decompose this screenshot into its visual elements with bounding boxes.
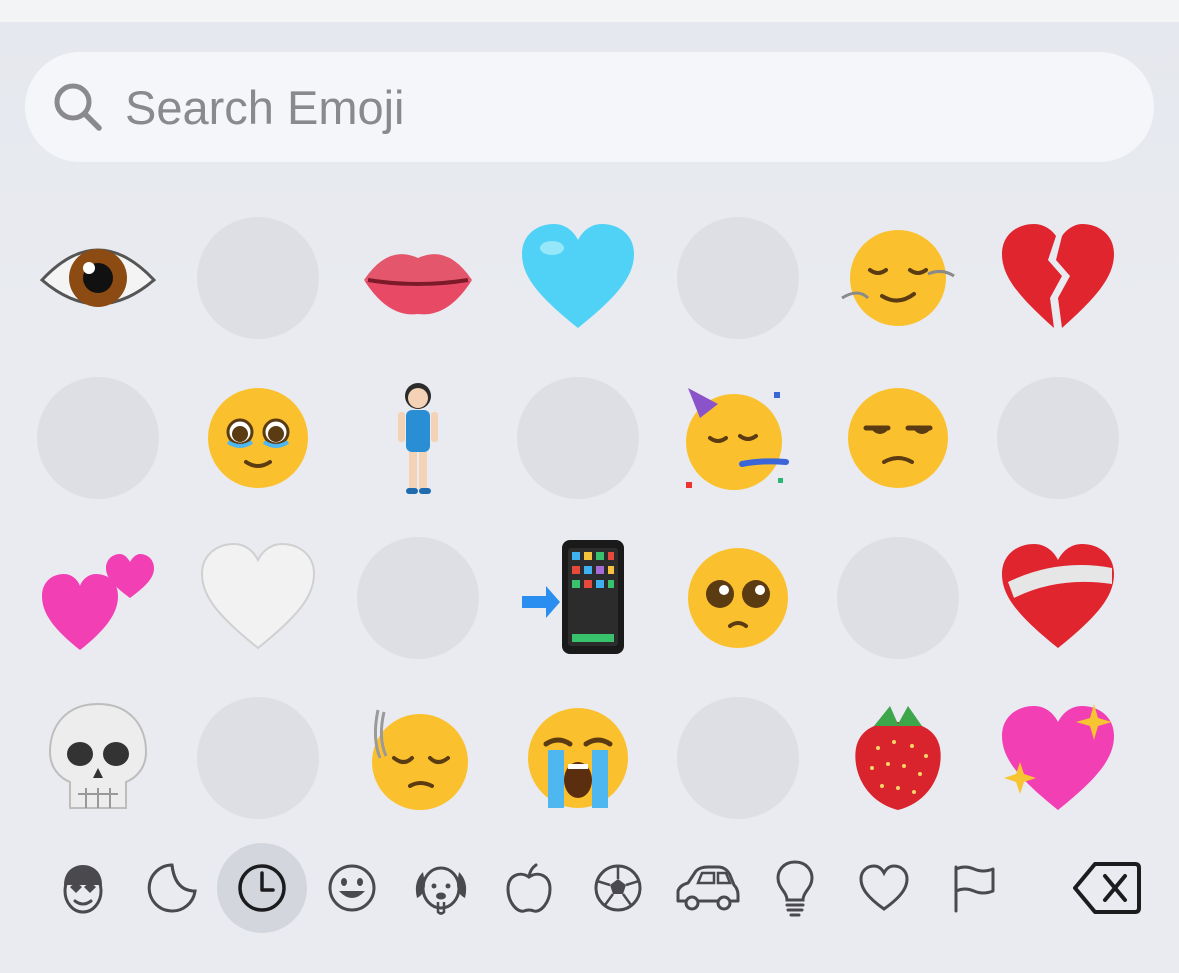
- travel-category-tab[interactable]: [662, 843, 752, 933]
- delete-backspace-icon: [1073, 862, 1141, 914]
- mobile-phone-with-arrow-emoji[interactable]: [498, 518, 658, 678]
- apple-icon: [506, 863, 552, 913]
- loading-placeholder: [978, 358, 1138, 518]
- face-with-spiral-eyes-emoji[interactable]: [818, 198, 978, 358]
- loading-placeholder: [178, 678, 338, 838]
- search-input[interactable]: [125, 79, 1025, 135]
- objects-category-tab[interactable]: [750, 843, 840, 933]
- loading-placeholder: [18, 358, 178, 518]
- strawberry-emoji[interactable]: [818, 678, 978, 838]
- sparkling-heart-emoji[interactable]: [978, 678, 1138, 838]
- stickers-category-tab[interactable]: [127, 843, 217, 933]
- loading-placeholder: [498, 358, 658, 518]
- memoji-category-tab[interactable]: [38, 843, 128, 933]
- loading-placeholder: [178, 198, 338, 358]
- emoji-grid: [18, 198, 1138, 838]
- search-icon: [54, 83, 102, 131]
- car-icon: [676, 865, 740, 911]
- recents-category-tab[interactable]: [217, 843, 307, 933]
- partying-face-emoji[interactable]: [658, 358, 818, 518]
- white-heart-emoji[interactable]: [178, 518, 338, 678]
- animals-category-tab[interactable]: [396, 843, 486, 933]
- emoji-search-bar[interactable]: [25, 52, 1154, 162]
- woman-standing-emoji[interactable]: [338, 358, 498, 518]
- flag-icon: [954, 865, 995, 913]
- skull-emoji[interactable]: [18, 678, 178, 838]
- smileys-category-tab[interactable]: [307, 843, 397, 933]
- downcast-face-with-sweat-emoji[interactable]: [338, 678, 498, 838]
- dog-icon: [415, 866, 467, 915]
- light-blue-heart-emoji[interactable]: [498, 198, 658, 358]
- loudly-crying-face-emoji[interactable]: [498, 678, 658, 838]
- eye-emoji[interactable]: [18, 198, 178, 358]
- clock-icon: [238, 864, 286, 912]
- symbols-category-tab[interactable]: [839, 843, 929, 933]
- loading-placeholder: [818, 518, 978, 678]
- flags-category-tab[interactable]: [929, 843, 1019, 933]
- memoji-face-icon: [63, 865, 103, 914]
- broken-heart-emoji[interactable]: [978, 198, 1138, 358]
- pleading-face-emoji[interactable]: [658, 518, 818, 678]
- food-category-tab[interactable]: [484, 843, 574, 933]
- top-strip: [0, 0, 1179, 22]
- unamused-face-emoji[interactable]: [818, 358, 978, 518]
- delete-button[interactable]: [1062, 843, 1152, 933]
- loading-placeholder: [658, 678, 818, 838]
- face-holding-back-tears-emoji[interactable]: [178, 358, 338, 518]
- heart-icon: [859, 864, 909, 911]
- soccer-ball-icon: [594, 864, 642, 912]
- lightbulb-icon: [776, 860, 814, 917]
- two-hearts-emoji[interactable]: [18, 518, 178, 678]
- mending-heart-emoji[interactable]: [978, 518, 1138, 678]
- emoji-category-bar: [0, 843, 1179, 933]
- loading-placeholder: [338, 518, 498, 678]
- mouth-emoji[interactable]: [338, 198, 498, 358]
- activity-category-tab[interactable]: [573, 843, 663, 933]
- smiley-icon: [328, 864, 376, 912]
- sticker-icon: [147, 863, 197, 913]
- loading-placeholder: [658, 198, 818, 358]
